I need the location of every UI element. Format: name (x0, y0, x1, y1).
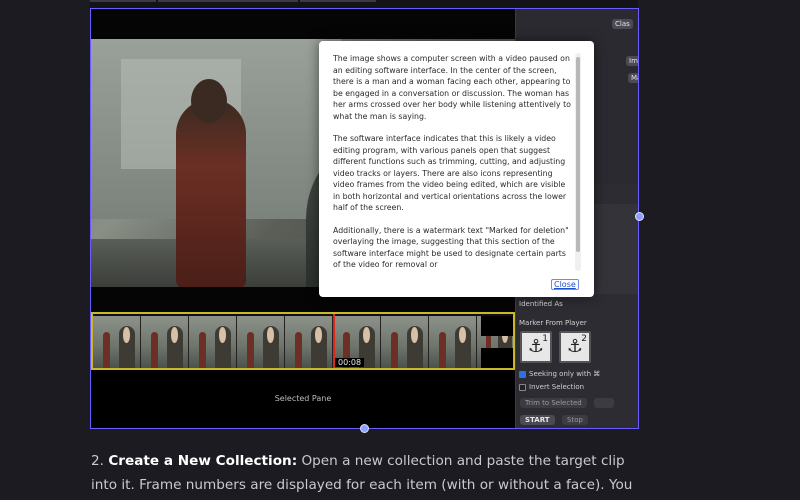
mark-button[interactable]: Ma (628, 73, 638, 83)
selected-pane-label: Selected Pane (274, 394, 332, 403)
frame-thumbnail[interactable] (189, 316, 237, 368)
top-strip (90, 0, 638, 8)
marker-from-player-label: Marker From Player (519, 319, 587, 327)
anchor-2-button[interactable]: ⚓ 2 (559, 331, 591, 363)
step-number: 2. (91, 453, 104, 469)
tab-segment (300, 0, 376, 2)
checkbox-icon[interactable] (519, 370, 526, 378)
timeline-strip[interactable]: 00:08 (91, 312, 515, 370)
invert-selection-row[interactable]: Invert Selection (519, 383, 584, 391)
anchor-number: 2 (581, 334, 587, 344)
empty-frame (481, 316, 513, 336)
frame-thumbnail[interactable] (93, 316, 141, 368)
article-paragraph: 2. Create a New Collection: Open a new c… (91, 449, 651, 500)
tab-segment (158, 0, 298, 2)
close-button[interactable]: Close (551, 279, 579, 290)
dialog-scrollbar[interactable] (575, 53, 581, 271)
dialog-text: The image shows a computer screen with a… (333, 53, 571, 271)
dialog-paragraph: The image shows a computer screen with a… (333, 54, 571, 121)
resize-handle-bottom[interactable] (360, 424, 369, 433)
step-title: Create a New Collection: (108, 453, 298, 469)
seeking-only-row[interactable]: Seeking only with ⌘ (519, 370, 600, 378)
frame-thumbnail[interactable] (141, 316, 189, 368)
frame-thumbnail[interactable] (285, 316, 333, 368)
frame-thumbnail[interactable] (237, 316, 285, 368)
description-dialog: The image shows a computer screen with a… (319, 41, 594, 297)
woman-head (191, 79, 227, 123)
seeking-only-label: Seeking only with ⌘ (529, 370, 601, 378)
invert-selection-label: Invert Selection (529, 383, 585, 391)
checkbox-icon[interactable] (519, 383, 526, 391)
frame-thumbnail[interactable] (381, 316, 429, 368)
anchor-number: 1 (542, 334, 548, 344)
trim-icon-button[interactable] (594, 398, 614, 408)
empty-frame (481, 348, 513, 368)
class-button[interactable]: Clas (612, 19, 633, 29)
image-button[interactable]: Ima (626, 56, 638, 66)
identified-as-label: Identified As (519, 300, 563, 308)
timecode: 00:08 (335, 358, 365, 367)
dialog-paragraph: Additionally, there is a watermark text … (333, 225, 569, 270)
stop-button[interactable]: Stop (562, 415, 588, 425)
tab-segment (90, 0, 156, 2)
start-button[interactable]: START (520, 415, 555, 425)
scrollbar-thumb[interactable] (576, 57, 580, 252)
woman-figure (176, 99, 246, 287)
resize-handle-right[interactable] (635, 212, 644, 221)
frame-thumbnail[interactable] (429, 316, 477, 368)
dialog-paragraph: The software interface indicates that th… (333, 134, 567, 212)
trim-to-selected-button[interactable]: Trim to Selected (520, 398, 587, 408)
anchor-1-button[interactable]: ⚓ 1 (520, 331, 552, 363)
